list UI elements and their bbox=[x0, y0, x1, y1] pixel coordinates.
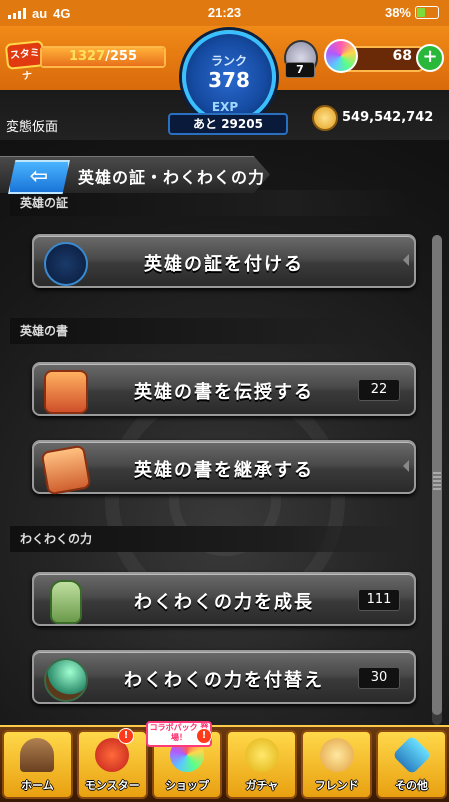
inherit-hero-book-button[interactable]: 英雄の書を継承する bbox=[32, 440, 416, 496]
battery-percent: 38% bbox=[384, 5, 411, 20]
gold-coin-icon bbox=[312, 105, 338, 131]
status-bar: au 4G 21:23 38% bbox=[0, 0, 449, 26]
tab-label: モンスター bbox=[84, 779, 140, 792]
question-mark-icon bbox=[391, 735, 432, 775]
item-count: 22 bbox=[358, 379, 400, 401]
grow-waku-power-button[interactable]: わくわくの力を成長 111 bbox=[32, 572, 416, 626]
item-count: 111 bbox=[358, 589, 400, 611]
tab-monster[interactable]: モンスター bbox=[76, 730, 148, 799]
gacha-egg-icon bbox=[244, 738, 279, 772]
badge-count: 7 bbox=[285, 62, 315, 78]
tab-gacha[interactable]: ガチャ bbox=[226, 730, 298, 799]
rank-label: ランク bbox=[210, 54, 247, 68]
bottom-nav: ホーム モンスター ショップ ガチャ フレンド その他 bbox=[0, 725, 449, 802]
page-title: 英雄の証・わくわくの力 bbox=[78, 168, 266, 187]
section-header-hero-proof: 英雄の証 bbox=[10, 190, 410, 216]
menu-label: 英雄の書を継承する bbox=[134, 460, 314, 481]
attach-hero-proof-button[interactable]: 英雄の証を付ける bbox=[32, 234, 416, 288]
back-button[interactable]: ⇦ bbox=[8, 160, 70, 194]
scroll-transfer-icon bbox=[40, 444, 92, 496]
gold-value: 549,542,742 bbox=[342, 110, 434, 125]
exp-remaining: あと 29205 bbox=[168, 113, 288, 135]
shop-alert-icon: ! bbox=[196, 728, 212, 744]
add-orbs-button[interactable]: + bbox=[416, 44, 444, 72]
rank-value: 378 bbox=[208, 68, 250, 92]
chevron-left-icon bbox=[403, 254, 409, 266]
tab-label: ショップ bbox=[165, 779, 210, 792]
battery-icon bbox=[415, 6, 439, 19]
orb-icon bbox=[324, 39, 358, 73]
teach-hero-book-button[interactable]: 英雄の書を伝授する 22 bbox=[32, 362, 416, 416]
stamina-text: 1327/255 bbox=[42, 48, 164, 66]
item-count: 30 bbox=[358, 667, 400, 689]
tab-label: ガチャ bbox=[245, 779, 279, 792]
tab-friend[interactable]: フレンド bbox=[301, 730, 373, 799]
friends-balloon-icon bbox=[319, 738, 354, 772]
stamina-bar[interactable]: 1327/255 bbox=[40, 46, 166, 68]
section-header-hero-book: 英雄の書 bbox=[10, 318, 410, 344]
house-icon bbox=[20, 738, 55, 772]
player-name: 変態仮面 bbox=[6, 120, 59, 135]
section-header-waku-power: わくわくの力 bbox=[10, 526, 410, 552]
scroll-grip-icon bbox=[433, 472, 441, 490]
menu-label: 英雄の証を付ける bbox=[144, 254, 304, 275]
menu-label: 英雄の書を伝授する bbox=[134, 382, 314, 403]
monster-alert-icon: ! bbox=[118, 728, 134, 744]
battery-indicator: 38% bbox=[385, 5, 439, 20]
stamina-max: /255 bbox=[105, 49, 138, 64]
clock: 21:23 bbox=[207, 5, 242, 20]
tab-home[interactable]: ホーム bbox=[2, 730, 73, 799]
menu-label: わくわくの力を成長 bbox=[134, 592, 314, 613]
swap-waku-power-button[interactable]: わくわくの力を付替え 30 bbox=[32, 650, 416, 704]
tab-other[interactable]: その他 bbox=[376, 730, 447, 799]
tab-label: ホーム bbox=[21, 779, 54, 792]
tab-label: フレンド bbox=[314, 779, 359, 792]
main-panel: 英雄の証 ⇦ 英雄の証・わくわくの力 英雄の証を付ける 英雄の書 英雄の書を伝授… bbox=[0, 140, 449, 725]
stamina-current: 1327 bbox=[68, 49, 106, 64]
chevron-left-icon bbox=[403, 460, 409, 472]
bottle-icon bbox=[50, 580, 82, 624]
orb-count: 68 bbox=[392, 48, 412, 64]
hero-clover-icon bbox=[44, 242, 88, 286]
menu-label: わくわくの力を付替え bbox=[124, 670, 324, 691]
magnifier-wand-icon bbox=[44, 658, 88, 702]
tab-label: その他 bbox=[395, 779, 429, 792]
exp-label: EXP bbox=[211, 100, 239, 114]
scroll-icon bbox=[44, 370, 88, 414]
